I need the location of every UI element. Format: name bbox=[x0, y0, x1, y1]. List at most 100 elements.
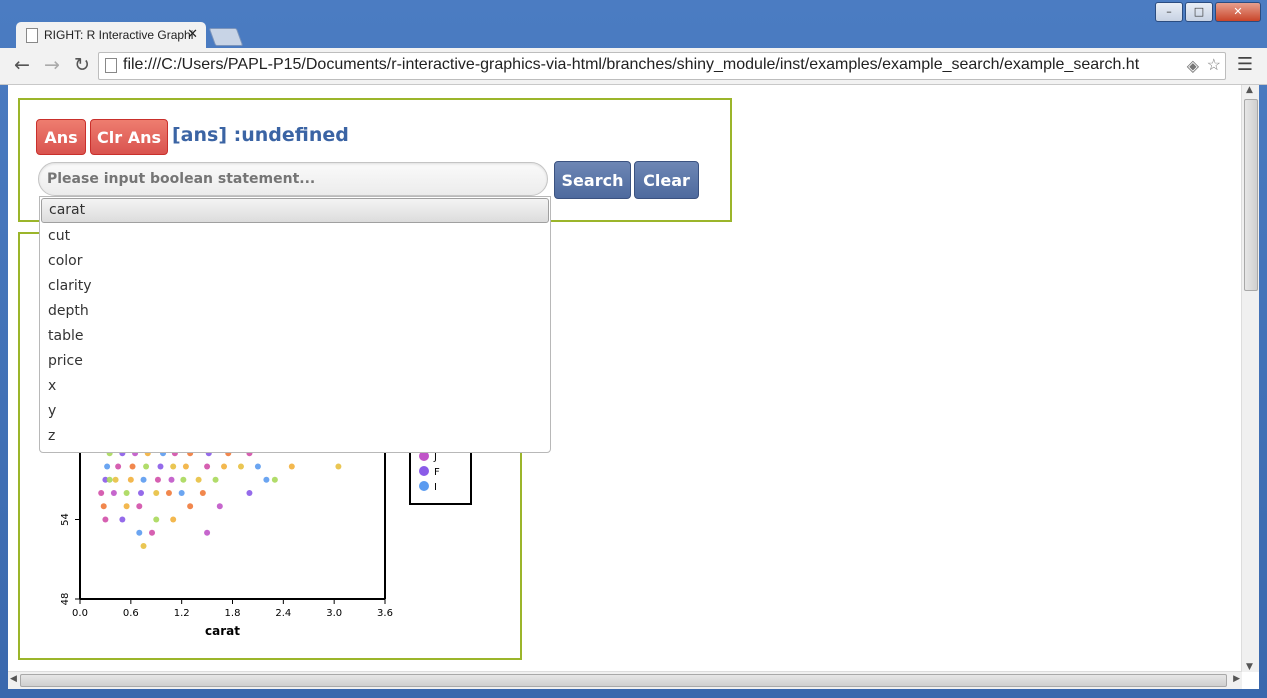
close-window-icon[interactable]: ✕ bbox=[1215, 2, 1261, 22]
data-point[interactable] bbox=[204, 463, 211, 470]
address-bar[interactable]: file:///C:/Users/PAPL-P15/Documents/r-in… bbox=[98, 52, 1226, 80]
extension-icon[interactable]: ◈ bbox=[1182, 56, 1199, 76]
data-point[interactable] bbox=[170, 516, 177, 523]
data-point[interactable] bbox=[170, 463, 177, 470]
data-point[interactable] bbox=[246, 490, 253, 496]
close-tab-icon[interactable]: ✕ bbox=[187, 26, 198, 42]
scroll-right-icon[interactable]: ▶ bbox=[1233, 674, 1240, 684]
data-point[interactable] bbox=[154, 476, 161, 483]
autocomplete-item-carat[interactable]: carat bbox=[41, 198, 549, 223]
data-point[interactable] bbox=[288, 463, 295, 470]
data-point[interactable] bbox=[149, 529, 156, 536]
maximize-icon[interactable]: □ bbox=[1185, 2, 1213, 22]
clear-button[interactable]: Clear bbox=[634, 161, 699, 199]
vertical-scrollbar[interactable]: ▲ ▼ bbox=[1241, 85, 1259, 672]
data-point[interactable] bbox=[98, 490, 105, 496]
minimize-icon[interactable]: – bbox=[1155, 2, 1183, 22]
new-tab-button[interactable] bbox=[208, 28, 244, 46]
autocomplete-item-depth[interactable]: depth bbox=[40, 299, 550, 324]
autocomplete-item-color[interactable]: color bbox=[40, 249, 550, 274]
y-tick-label: 48 bbox=[60, 593, 71, 606]
bookmark-star-icon[interactable]: ☆ bbox=[1206, 55, 1221, 75]
data-point[interactable] bbox=[157, 463, 164, 470]
data-point[interactable] bbox=[212, 476, 219, 483]
legend-label: F bbox=[434, 467, 440, 478]
data-point[interactable] bbox=[138, 490, 144, 496]
data-point[interactable] bbox=[237, 463, 244, 470]
horizontal-scrollbar[interactable]: ◀ ▶ bbox=[8, 671, 1242, 689]
data-point[interactable] bbox=[153, 490, 160, 496]
scroll-up-icon[interactable]: ▲ bbox=[1246, 85, 1253, 95]
browser-tab[interactable]: RIGHT: R Interactive Graphi ✕ bbox=[16, 22, 206, 48]
data-point[interactable] bbox=[104, 463, 111, 470]
autocomplete-item-y[interactable]: y bbox=[40, 399, 550, 424]
autocomplete-item-x[interactable]: x bbox=[40, 374, 550, 399]
data-point[interactable] bbox=[123, 490, 130, 496]
data-point[interactable] bbox=[100, 503, 107, 510]
x-tick-label: 3.0 bbox=[326, 608, 342, 619]
reload-icon[interactable]: ↻ bbox=[74, 54, 90, 76]
x-tick-label: 2.4 bbox=[275, 608, 291, 619]
search-button[interactable]: Search bbox=[554, 161, 631, 199]
data-point[interactable] bbox=[263, 476, 270, 483]
data-point[interactable] bbox=[112, 476, 119, 483]
data-point[interactable] bbox=[110, 490, 117, 496]
legend-label: J bbox=[433, 452, 437, 463]
autocomplete-item-price[interactable]: price bbox=[40, 349, 550, 374]
window-controls: – □ ✕ bbox=[1153, 2, 1261, 22]
data-point[interactable] bbox=[187, 503, 194, 510]
data-point[interactable] bbox=[178, 490, 185, 496]
data-point[interactable] bbox=[335, 463, 342, 470]
data-point[interactable] bbox=[199, 490, 206, 496]
forward-icon[interactable]: → bbox=[44, 54, 60, 76]
autocomplete-item-cut[interactable]: cut bbox=[40, 224, 550, 249]
data-point[interactable] bbox=[115, 463, 122, 470]
data-point[interactable] bbox=[204, 529, 211, 536]
data-point[interactable] bbox=[102, 516, 109, 523]
menu-icon[interactable]: ☰ bbox=[1237, 54, 1253, 75]
data-point[interactable] bbox=[129, 463, 136, 470]
data-point[interactable] bbox=[140, 476, 147, 483]
data-point[interactable] bbox=[271, 476, 278, 483]
data-point[interactable] bbox=[168, 476, 175, 483]
x-tick-label: 0.0 bbox=[72, 608, 88, 619]
legend-marker bbox=[419, 466, 429, 476]
x-tick-label: 3.6 bbox=[377, 608, 393, 619]
data-point[interactable] bbox=[221, 463, 228, 470]
data-point[interactable] bbox=[119, 516, 126, 523]
vertical-scroll-thumb[interactable] bbox=[1244, 99, 1258, 291]
scroll-down-icon[interactable]: ▼ bbox=[1246, 662, 1253, 672]
data-point[interactable] bbox=[123, 503, 130, 510]
horizontal-scroll-thumb[interactable] bbox=[20, 674, 1227, 687]
data-point[interactable] bbox=[216, 503, 223, 510]
data-point[interactable] bbox=[143, 463, 150, 470]
data-point[interactable] bbox=[254, 463, 261, 470]
data-point[interactable] bbox=[153, 516, 160, 523]
x-axis-label: carat bbox=[205, 624, 240, 638]
data-point[interactable] bbox=[136, 529, 143, 536]
data-point[interactable] bbox=[195, 476, 202, 483]
data-point[interactable] bbox=[127, 476, 134, 483]
tab-strip: RIGHT: R Interactive Graphi ✕ bbox=[0, 22, 1267, 48]
url-text: file:///C:/Users/PAPL-P15/Documents/r-in… bbox=[123, 56, 1140, 73]
data-point[interactable] bbox=[182, 463, 189, 470]
y-tick-label: 54 bbox=[60, 513, 71, 526]
autocomplete-item-clarity[interactable]: clarity bbox=[40, 274, 550, 299]
search-input[interactable] bbox=[38, 162, 548, 196]
data-point[interactable] bbox=[165, 490, 172, 496]
data-point[interactable] bbox=[140, 543, 147, 549]
scroll-left-icon[interactable]: ◀ bbox=[10, 674, 17, 684]
autocomplete-item-z[interactable]: z bbox=[40, 424, 550, 449]
clr-ans-button[interactable]: Clr Ans bbox=[90, 119, 168, 155]
legend-label: I bbox=[434, 482, 437, 493]
back-icon[interactable]: ← bbox=[14, 54, 30, 76]
data-point[interactable] bbox=[106, 476, 113, 483]
data-point[interactable] bbox=[180, 476, 187, 483]
ans-status: [ans] :undefined bbox=[172, 124, 349, 146]
data-point[interactable] bbox=[136, 503, 143, 510]
browser-window: – □ ✕ RIGHT: R Interactive Graphi ✕ ← → … bbox=[0, 0, 1267, 698]
browser-toolbar: ← → ↻ file:///C:/Users/PAPL-P15/Document… bbox=[0, 48, 1267, 85]
legend-marker bbox=[419, 481, 429, 491]
autocomplete-item-table[interactable]: table bbox=[40, 324, 550, 349]
ans-button[interactable]: Ans bbox=[36, 119, 86, 155]
